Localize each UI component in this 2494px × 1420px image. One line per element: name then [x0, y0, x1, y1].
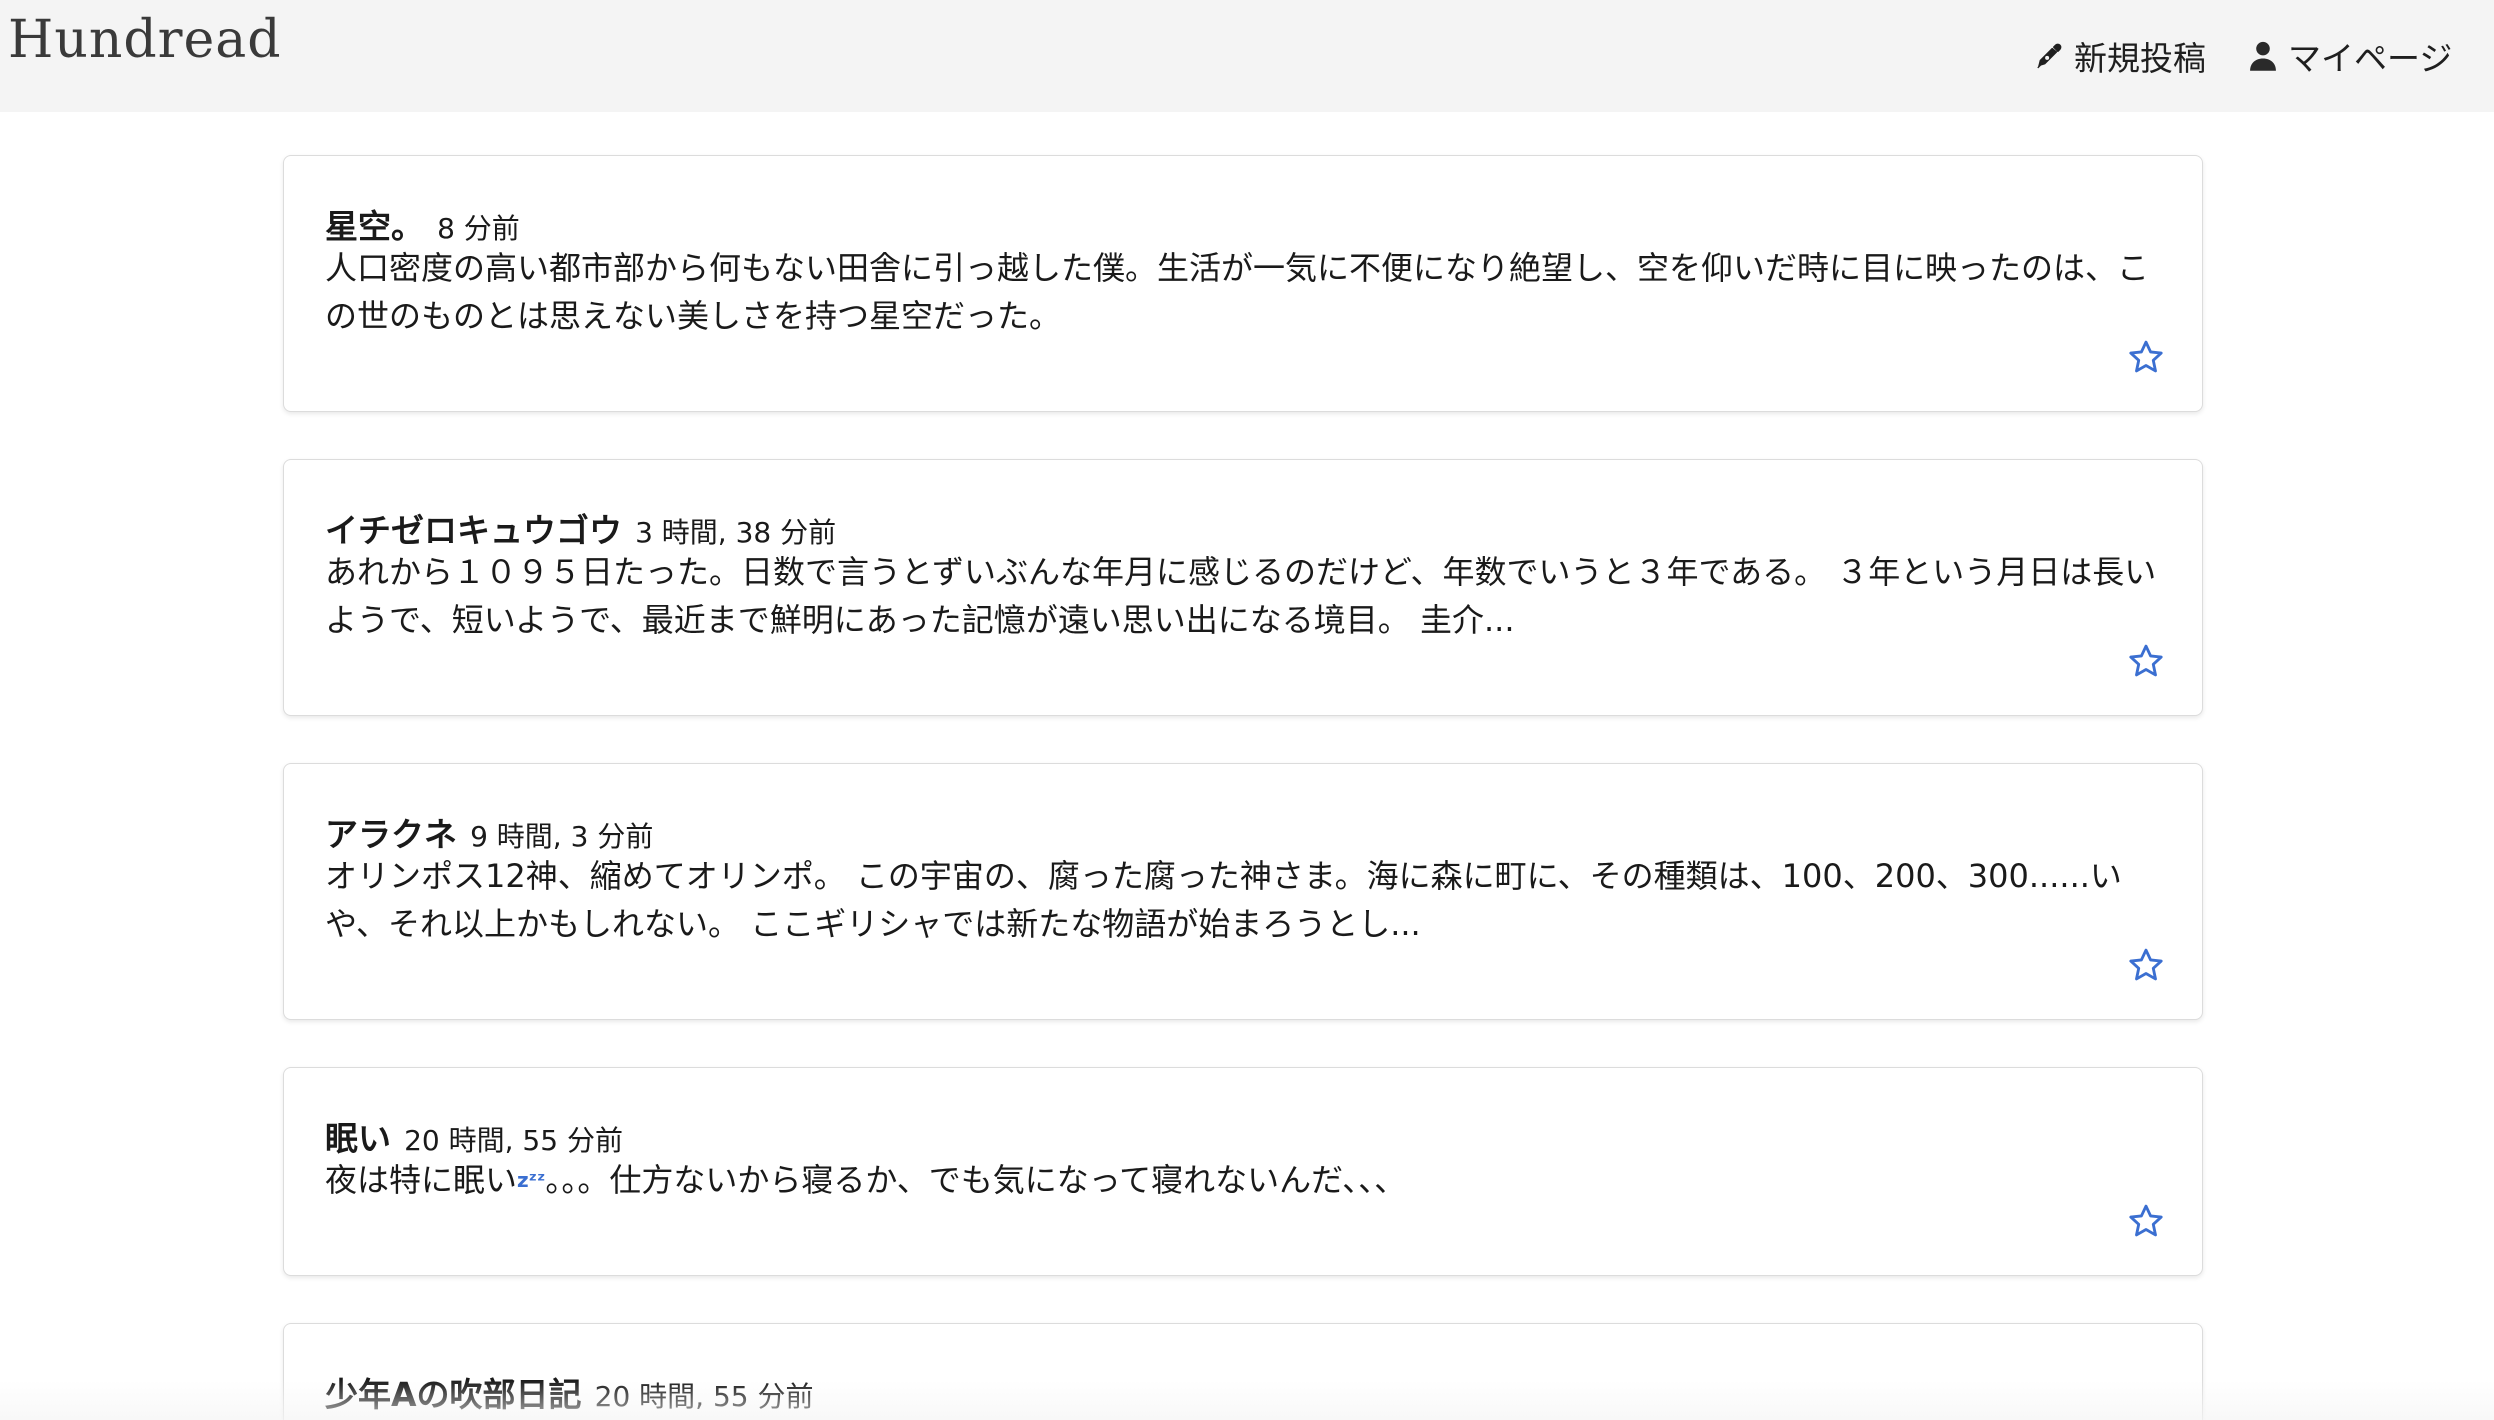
post-card[interactable]: 星空。 8 分前 人口密度の高い都市部から何もない田舎に引っ越した僕。生活が一気…: [283, 155, 2203, 412]
post-time: 9 時間, 3 分前: [470, 820, 654, 853]
post-excerpt: 人口密度の高い都市部から何もない田舎に引っ越した僕。生活が一気に不便になり絶望し…: [325, 249, 2150, 335]
post-excerpt: オリンポス12神、縮めてオリンポ。 この宇宙の、腐った腐った神さま。海に森に町に…: [325, 857, 2122, 943]
post-card[interactable]: イチゼロキュウゴウ 3 時間, 38 分前 あれから１０９５日たった。日数で言う…: [283, 459, 2203, 716]
post-title[interactable]: 星空。: [325, 207, 424, 246]
post-time: 20 時間, 55 分前: [404, 1124, 623, 1157]
excerpt-text: 。。。仕方ないから寝るか、でも気になって寝れないんだ、、、: [545, 1161, 1407, 1199]
post-card[interactable]: 眠い 20 時間, 55 分前 夜は特に眠いzᶻᶻ。。。仕方ないから寝るか、でも…: [283, 1067, 2203, 1276]
star-outline-icon[interactable]: [2127, 338, 2165, 376]
pen-icon: [2037, 43, 2062, 69]
post-excerpt: 夜は特に眠いzᶻᶻ。。。仕方ないから寝るか、でも気になって寝れないんだ、、、: [325, 1156, 2165, 1204]
post-header: 星空。 8 分前: [325, 200, 520, 248]
excerpt-text: 夜は特に眠い: [325, 1161, 518, 1199]
post-header: アラクネ 9 時間, 3 分前: [325, 808, 653, 856]
post-title[interactable]: 眠い: [325, 1119, 391, 1158]
post-excerpt: あれから１０９５日たった。日数で言うとずいぶんな年月に感じるのだけど、年数でいう…: [325, 553, 2157, 639]
mypage-label: マイページ: [2288, 39, 2453, 78]
user-icon: [2250, 41, 2276, 71]
header: Hundread 新規投稿 マイページ: [0, 0, 2494, 112]
post-time: 8 分前: [437, 212, 520, 245]
new-post-link[interactable]: 新規投稿: [2034, 30, 2206, 82]
post-title[interactable]: アラクネ: [325, 815, 457, 854]
mypage-link[interactable]: マイページ: [2248, 30, 2452, 82]
post-header: 眠い 20 時間, 55 分前: [325, 1112, 623, 1160]
post-header: 少年Aの吹部日記 20 時間, 55 分前: [325, 1368, 814, 1416]
post-title[interactable]: 少年Aの吹部日記: [325, 1375, 582, 1414]
post-time: 20 時間, 55 分前: [594, 1380, 814, 1413]
post-card[interactable]: アラクネ 9 時間, 3 分前 オリンポス12神、縮めてオリンポ。 この宇宙の、…: [283, 763, 2203, 1020]
post-header: イチゼロキュウゴウ 3 時間, 38 分前: [325, 504, 836, 552]
zzz-emoji: zᶻᶻ: [517, 1168, 546, 1192]
post-time: 3 時間, 38 分前: [635, 516, 837, 549]
post-card[interactable]: 少年Aの吹部日記 20 時間, 55 分前: [283, 1323, 2203, 1420]
post-title[interactable]: イチゼロキュウゴウ: [325, 511, 622, 550]
logo[interactable]: Hundread: [8, 10, 282, 70]
new-post-label: 新規投稿: [2074, 39, 2206, 78]
star-outline-icon[interactable]: [2127, 642, 2165, 680]
star-outline-icon[interactable]: [2127, 946, 2165, 984]
star-outline-icon[interactable]: [2127, 1202, 2165, 1240]
